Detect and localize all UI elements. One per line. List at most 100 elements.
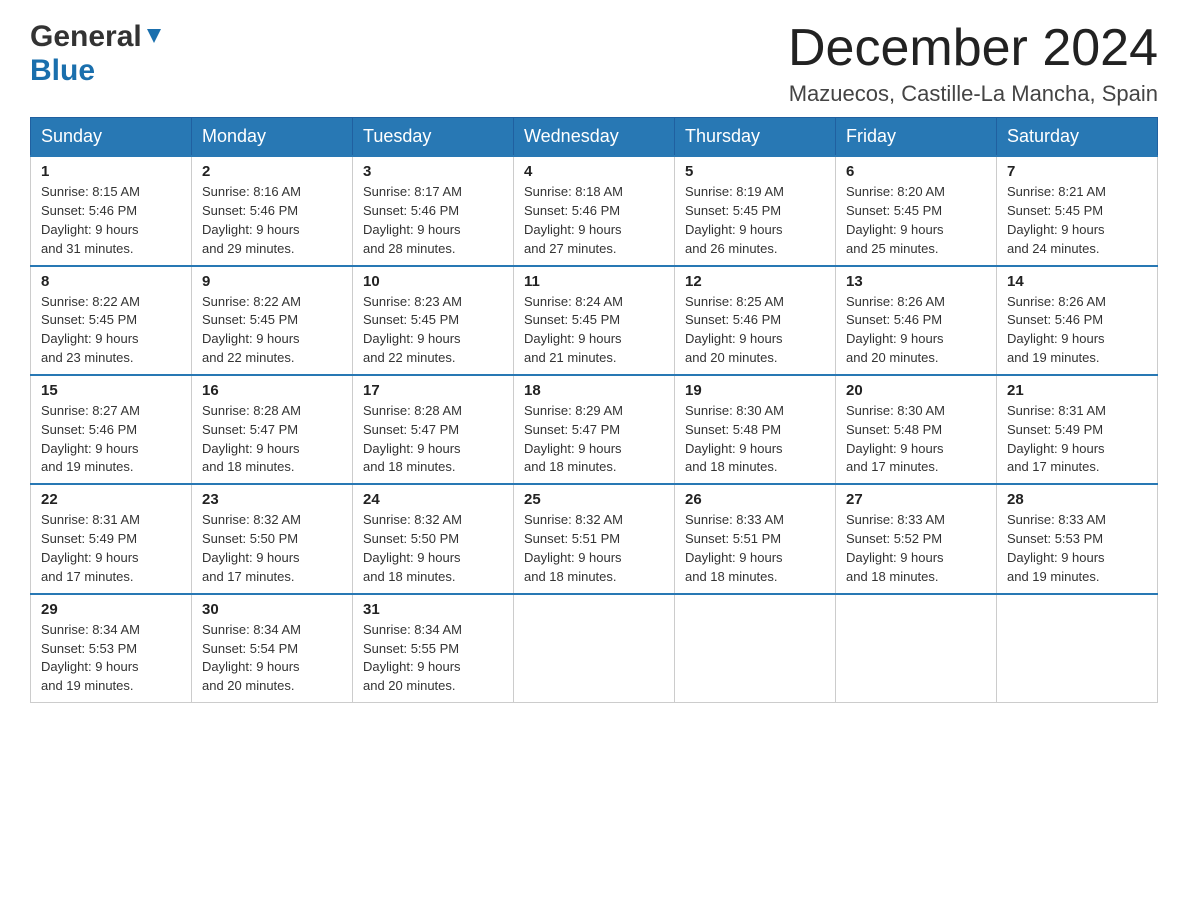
calendar-day-cell: 23 Sunrise: 8:32 AMSunset: 5:50 PMDaylig… (192, 484, 353, 593)
month-title: December 2024 (788, 20, 1158, 77)
day-info: Sunrise: 8:31 AMSunset: 5:49 PMDaylight:… (1007, 403, 1106, 475)
day-info: Sunrise: 8:18 AMSunset: 5:46 PMDaylight:… (524, 184, 623, 256)
day-info: Sunrise: 8:34 AMSunset: 5:53 PMDaylight:… (41, 622, 140, 694)
calendar-day-cell: 9 Sunrise: 8:22 AMSunset: 5:45 PMDayligh… (192, 266, 353, 375)
day-info: Sunrise: 8:33 AMSunset: 5:52 PMDaylight:… (846, 512, 945, 584)
calendar-day-cell: 3 Sunrise: 8:17 AMSunset: 5:46 PMDayligh… (353, 156, 514, 265)
title-block: December 2024 Mazuecos, Castille-La Manc… (788, 20, 1158, 107)
day-info: Sunrise: 8:17 AMSunset: 5:46 PMDaylight:… (363, 184, 462, 256)
day-info: Sunrise: 8:30 AMSunset: 5:48 PMDaylight:… (685, 403, 784, 475)
calendar-day-cell: 18 Sunrise: 8:29 AMSunset: 5:47 PMDaylig… (514, 375, 675, 484)
day-number: 30 (202, 601, 342, 618)
calendar-day-cell: 21 Sunrise: 8:31 AMSunset: 5:49 PMDaylig… (997, 375, 1158, 484)
calendar-day-cell (836, 594, 997, 703)
day-info: Sunrise: 8:20 AMSunset: 5:45 PMDaylight:… (846, 184, 945, 256)
day-number: 1 (41, 163, 181, 180)
calendar-day-cell: 11 Sunrise: 8:24 AMSunset: 5:45 PMDaylig… (514, 266, 675, 375)
day-number: 29 (41, 601, 181, 618)
day-info: Sunrise: 8:24 AMSunset: 5:45 PMDaylight:… (524, 294, 623, 366)
day-info: Sunrise: 8:32 AMSunset: 5:51 PMDaylight:… (524, 512, 623, 584)
day-number: 28 (1007, 491, 1147, 508)
calendar-day-cell (675, 594, 836, 703)
calendar-day-cell: 12 Sunrise: 8:25 AMSunset: 5:46 PMDaylig… (675, 266, 836, 375)
calendar-day-cell: 7 Sunrise: 8:21 AMSunset: 5:45 PMDayligh… (997, 156, 1158, 265)
page-header: General Blue December 2024 Mazuecos, Cas… (30, 20, 1158, 107)
day-info: Sunrise: 8:29 AMSunset: 5:47 PMDaylight:… (524, 403, 623, 475)
weekday-header-saturday: Saturday (997, 118, 1158, 157)
location-title: Mazuecos, Castille-La Mancha, Spain (788, 81, 1158, 107)
day-info: Sunrise: 8:33 AMSunset: 5:53 PMDaylight:… (1007, 512, 1106, 584)
calendar-week-row: 1 Sunrise: 8:15 AMSunset: 5:46 PMDayligh… (31, 156, 1158, 265)
calendar-day-cell: 17 Sunrise: 8:28 AMSunset: 5:47 PMDaylig… (353, 375, 514, 484)
calendar-week-row: 8 Sunrise: 8:22 AMSunset: 5:45 PMDayligh… (31, 266, 1158, 375)
weekday-header-tuesday: Tuesday (353, 118, 514, 157)
day-number: 7 (1007, 163, 1147, 180)
calendar-day-cell: 8 Sunrise: 8:22 AMSunset: 5:45 PMDayligh… (31, 266, 192, 375)
day-number: 15 (41, 382, 181, 399)
day-info: Sunrise: 8:23 AMSunset: 5:45 PMDaylight:… (363, 294, 462, 366)
day-number: 10 (363, 273, 503, 290)
day-number: 2 (202, 163, 342, 180)
logo-general-text: General (30, 20, 142, 54)
calendar-week-row: 29 Sunrise: 8:34 AMSunset: 5:53 PMDaylig… (31, 594, 1158, 703)
weekday-header-friday: Friday (836, 118, 997, 157)
day-number: 22 (41, 491, 181, 508)
day-number: 18 (524, 382, 664, 399)
day-number: 31 (363, 601, 503, 618)
day-info: Sunrise: 8:28 AMSunset: 5:47 PMDaylight:… (202, 403, 301, 475)
day-info: Sunrise: 8:26 AMSunset: 5:46 PMDaylight:… (846, 294, 945, 366)
day-info: Sunrise: 8:32 AMSunset: 5:50 PMDaylight:… (202, 512, 301, 584)
day-number: 12 (685, 273, 825, 290)
calendar-day-cell: 27 Sunrise: 8:33 AMSunset: 5:52 PMDaylig… (836, 484, 997, 593)
day-number: 13 (846, 273, 986, 290)
day-number: 14 (1007, 273, 1147, 290)
calendar-day-cell: 16 Sunrise: 8:28 AMSunset: 5:47 PMDaylig… (192, 375, 353, 484)
day-number: 20 (846, 382, 986, 399)
calendar-table: SundayMondayTuesdayWednesdayThursdayFrid… (30, 117, 1158, 703)
calendar-day-cell: 29 Sunrise: 8:34 AMSunset: 5:53 PMDaylig… (31, 594, 192, 703)
day-number: 6 (846, 163, 986, 180)
calendar-day-cell: 20 Sunrise: 8:30 AMSunset: 5:48 PMDaylig… (836, 375, 997, 484)
day-number: 26 (685, 491, 825, 508)
day-info: Sunrise: 8:27 AMSunset: 5:46 PMDaylight:… (41, 403, 140, 475)
day-info: Sunrise: 8:30 AMSunset: 5:48 PMDaylight:… (846, 403, 945, 475)
day-info: Sunrise: 8:31 AMSunset: 5:49 PMDaylight:… (41, 512, 140, 584)
day-number: 5 (685, 163, 825, 180)
day-info: Sunrise: 8:22 AMSunset: 5:45 PMDaylight:… (41, 294, 140, 366)
weekday-header-wednesday: Wednesday (514, 118, 675, 157)
calendar-day-cell: 28 Sunrise: 8:33 AMSunset: 5:53 PMDaylig… (997, 484, 1158, 593)
day-number: 4 (524, 163, 664, 180)
day-info: Sunrise: 8:21 AMSunset: 5:45 PMDaylight:… (1007, 184, 1106, 256)
day-number: 16 (202, 382, 342, 399)
day-number: 21 (1007, 382, 1147, 399)
calendar-day-cell: 10 Sunrise: 8:23 AMSunset: 5:45 PMDaylig… (353, 266, 514, 375)
day-info: Sunrise: 8:26 AMSunset: 5:46 PMDaylight:… (1007, 294, 1106, 366)
weekday-header-row: SundayMondayTuesdayWednesdayThursdayFrid… (31, 118, 1158, 157)
day-info: Sunrise: 8:16 AMSunset: 5:46 PMDaylight:… (202, 184, 301, 256)
day-info: Sunrise: 8:33 AMSunset: 5:51 PMDaylight:… (685, 512, 784, 584)
day-info: Sunrise: 8:32 AMSunset: 5:50 PMDaylight:… (363, 512, 462, 584)
weekday-header-thursday: Thursday (675, 118, 836, 157)
day-number: 11 (524, 273, 664, 290)
calendar-day-cell: 15 Sunrise: 8:27 AMSunset: 5:46 PMDaylig… (31, 375, 192, 484)
calendar-day-cell: 30 Sunrise: 8:34 AMSunset: 5:54 PMDaylig… (192, 594, 353, 703)
calendar-day-cell: 1 Sunrise: 8:15 AMSunset: 5:46 PMDayligh… (31, 156, 192, 265)
day-info: Sunrise: 8:28 AMSunset: 5:47 PMDaylight:… (363, 403, 462, 475)
day-number: 27 (846, 491, 986, 508)
weekday-header-sunday: Sunday (31, 118, 192, 157)
calendar-day-cell: 31 Sunrise: 8:34 AMSunset: 5:55 PMDaylig… (353, 594, 514, 703)
day-info: Sunrise: 8:22 AMSunset: 5:45 PMDaylight:… (202, 294, 301, 366)
calendar-day-cell: 25 Sunrise: 8:32 AMSunset: 5:51 PMDaylig… (514, 484, 675, 593)
day-info: Sunrise: 8:34 AMSunset: 5:54 PMDaylight:… (202, 622, 301, 694)
day-number: 25 (524, 491, 664, 508)
day-number: 23 (202, 491, 342, 508)
calendar-week-row: 22 Sunrise: 8:31 AMSunset: 5:49 PMDaylig… (31, 484, 1158, 593)
calendar-day-cell (514, 594, 675, 703)
calendar-day-cell: 14 Sunrise: 8:26 AMSunset: 5:46 PMDaylig… (997, 266, 1158, 375)
day-number: 19 (685, 382, 825, 399)
day-number: 3 (363, 163, 503, 180)
calendar-week-row: 15 Sunrise: 8:27 AMSunset: 5:46 PMDaylig… (31, 375, 1158, 484)
day-info: Sunrise: 8:19 AMSunset: 5:45 PMDaylight:… (685, 184, 784, 256)
calendar-day-cell: 22 Sunrise: 8:31 AMSunset: 5:49 PMDaylig… (31, 484, 192, 593)
calendar-day-cell: 13 Sunrise: 8:26 AMSunset: 5:46 PMDaylig… (836, 266, 997, 375)
